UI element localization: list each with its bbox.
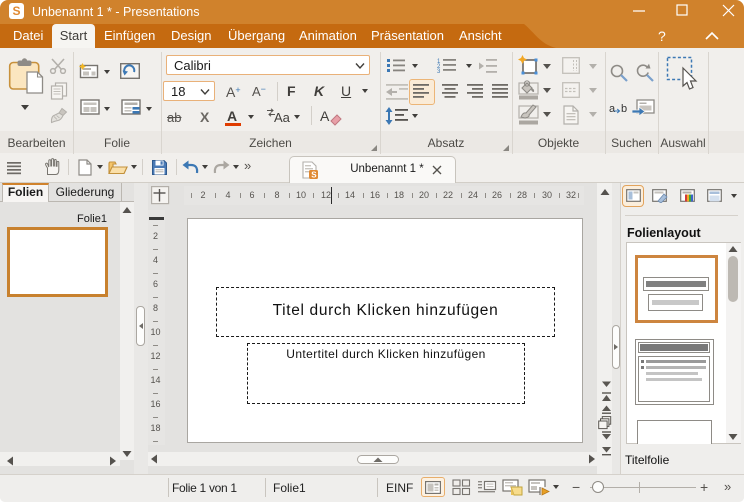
svg-text:S: S [311, 170, 317, 179]
svg-text:3: 3 [437, 69, 441, 73]
